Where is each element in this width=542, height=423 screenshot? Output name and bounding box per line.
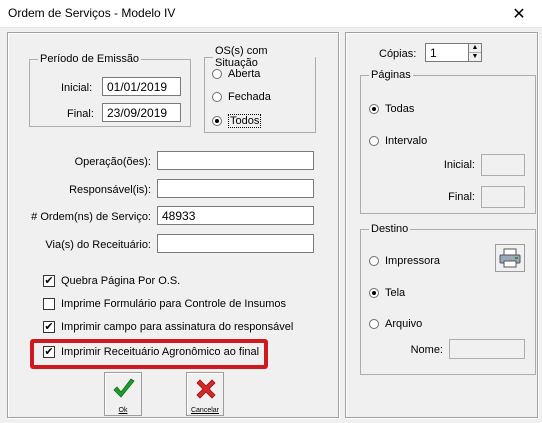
periodo-emissao-legend: Período de Emissão <box>40 53 140 65</box>
situacao-aberta-label: Aberta <box>228 68 261 80</box>
checkbox-icon <box>43 298 55 310</box>
paginas-intervalo-label: Intervalo <box>385 135 428 147</box>
via-receituario-label: Via(s) do Receituário: <box>45 239 151 251</box>
quebra-pagina-checkbox[interactable]: ✔ Quebra Página Por O.S. <box>43 275 180 287</box>
periodo-final-label: Final: <box>67 108 94 120</box>
close-icon[interactable]: ✕ <box>496 0 542 27</box>
destino-legend: Destino <box>371 223 409 235</box>
checkbox-checked-icon: ✔ <box>43 275 55 287</box>
copias-input[interactable]: 1 <box>425 43 469 62</box>
spin-down-icon[interactable]: ▼ <box>469 53 481 61</box>
situacao-legend: OS(s) com Situação <box>215 45 268 69</box>
receituario-final-checkbox[interactable]: ✔ Imprimir Receituário Agronômico ao fin… <box>43 346 259 358</box>
destino-impressora-radio[interactable]: Impressora <box>369 255 440 267</box>
paginas-intervalo-radio[interactable]: Intervalo <box>369 135 427 147</box>
paginas-inicial-input <box>481 154 525 176</box>
ok-label: Ok <box>118 407 128 414</box>
checkmark-icon <box>113 378 135 398</box>
ok-button[interactable]: Ok <box>104 372 142 416</box>
copias-label: Cópias: <box>379 48 417 60</box>
checkbox-checked-icon: ✔ <box>43 321 55 333</box>
destino-nome-label: Nome: <box>410 344 443 356</box>
paginas-inicial-label: Inicial: <box>443 159 475 171</box>
cancel-x-icon <box>196 379 216 399</box>
situacao-aberta-radio[interactable]: Aberta <box>212 68 260 80</box>
cancel-label: Cancelar <box>190 407 219 414</box>
assinatura-responsavel-checkbox[interactable]: ✔ Imprimir campo para assinatura do resp… <box>43 321 293 333</box>
radio-selected-icon <box>369 288 379 298</box>
via-receituario-input[interactable] <box>157 234 314 253</box>
ordem-servico-input[interactable]: 48933 <box>157 206 314 225</box>
printer-icon <box>499 248 521 268</box>
paginas-todas-radio[interactable]: Todas <box>369 103 414 115</box>
destino-nome-input <box>449 339 525 359</box>
radio-icon <box>369 136 379 146</box>
periodo-final-input[interactable]: 23/09/2019 <box>102 103 181 122</box>
radio-icon <box>212 92 222 102</box>
formulario-insumos-label: Imprime Formulário para Controle de Insu… <box>61 298 286 310</box>
radio-icon <box>212 69 222 79</box>
cancel-button[interactable]: Cancelar <box>186 372 224 416</box>
printer-button[interactable] <box>495 244 525 272</box>
receituario-final-label: Imprimir Receituário Agronômico ao final <box>61 346 260 358</box>
radio-selected-icon <box>212 116 222 126</box>
assinatura-responsavel-label: Imprimir campo para assinatura do respon… <box>61 321 294 333</box>
copias-spinner[interactable]: ▲ ▼ <box>468 43 482 62</box>
spin-up-icon[interactable]: ▲ <box>469 44 481 53</box>
ordem-servico-label: # Ordem(ns) de Serviço: <box>31 211 151 223</box>
operacao-label: Operação(ões): <box>74 156 151 168</box>
radio-selected-icon <box>369 104 379 114</box>
responsavel-input[interactable] <box>157 179 314 198</box>
responsavel-label: Responsável(is): <box>69 184 151 196</box>
operacao-input[interactable] <box>157 151 314 170</box>
radio-icon <box>369 256 379 266</box>
formulario-insumos-checkbox[interactable]: Imprime Formulário para Controle de Insu… <box>43 298 286 310</box>
paginas-final-label: Final: <box>448 191 475 203</box>
situacao-fechada-radio[interactable]: Fechada <box>212 91 271 103</box>
destino-impressora-label: Impressora <box>385 255 441 267</box>
title-bar: Ordem de Serviços - Modelo IV ✕ <box>0 0 542 28</box>
paginas-todas-label: Todas <box>385 103 415 115</box>
window-title: Ordem de Serviços - Modelo IV <box>8 6 176 20</box>
situacao-todos-radio[interactable]: Todos <box>212 114 262 128</box>
paginas-final-input <box>481 186 525 208</box>
radio-icon <box>369 319 379 329</box>
destino-tela-label: Tela <box>385 287 406 299</box>
destino-arquivo-radio[interactable]: Arquivo <box>369 318 422 330</box>
periodo-inicial-label: Inicial: <box>61 82 93 94</box>
checkbox-checked-icon: ✔ <box>43 346 55 358</box>
dialog-body: Período de Emissão Inicial: 01/01/2019 F… <box>1 28 541 422</box>
situacao-todos-label: Todos <box>228 114 262 128</box>
destino-arquivo-label: Arquivo <box>385 318 423 330</box>
situacao-fechada-label: Fechada <box>228 91 271 103</box>
paginas-legend: Páginas <box>371 69 411 81</box>
quebra-pagina-label: Quebra Página Por O.S. <box>61 275 181 287</box>
destino-tela-radio[interactable]: Tela <box>369 287 405 299</box>
periodo-inicial-input[interactable]: 01/01/2019 <box>102 77 181 96</box>
